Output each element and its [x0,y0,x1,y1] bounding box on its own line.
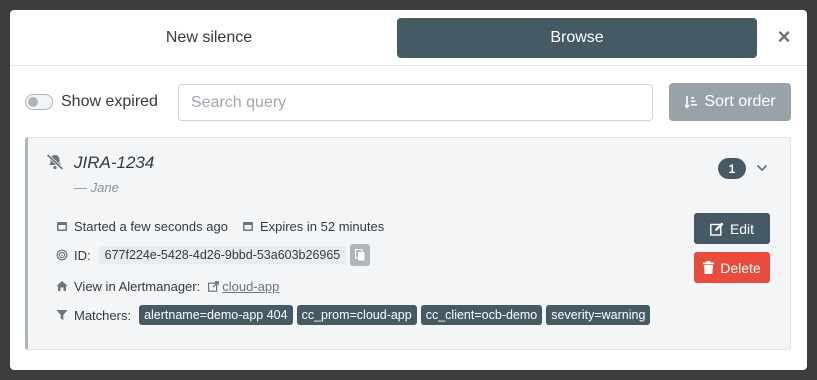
trash-icon [703,261,715,274]
edit-label: Edit [729,220,755,237]
silence-author: — Jane [74,180,119,195]
matcher-badge[interactable]: alertname=demo-app 404 [139,305,293,325]
alertmanager-link[interactable]: cloud-app [208,279,279,294]
expires-text: Expires in 52 minutes [259,218,385,234]
matchers-label: Matchers: [74,307,132,323]
toggle-knob [28,97,38,107]
silence-modal: New silence Browse × Show expired Sort o… [10,10,807,370]
show-expired-toggle[interactable] [25,94,53,110]
alert-count-badge: 1 [718,158,746,179]
modal-tabs: New silence Browse × [10,10,807,66]
chevron-down-icon[interactable] [756,162,768,174]
calendar-icon [57,222,67,231]
matcher-badge[interactable]: severity=warning [546,305,651,325]
sort-order-label: Sort order [704,93,776,110]
copy-id-button[interactable] [350,244,371,266]
edit-icon [710,222,724,236]
home-icon [56,281,68,291]
alertmanager-link-text: cloud-app [222,278,280,294]
external-link-icon [208,280,220,292]
tab-browse[interactable]: Browse [397,18,757,58]
id-label: ID: [74,247,91,263]
silence-id-row: ID: 677f224e-5428-4d26-9bbd-53a603b26965 [56,244,371,266]
silence-title: JIRA-1234 [74,153,155,172]
close-icon[interactable]: × [775,26,793,48]
matcher-badge[interactable]: cc_client=ocb-demo [420,305,543,325]
show-expired-label[interactable]: Show expired [61,93,158,111]
view-in-alertmanager-row: View in Alertmanager: cloud-app [56,276,279,296]
matcher-badge[interactable]: cc_prom=cloud-app [296,305,417,325]
edit-button[interactable]: Edit [694,213,770,244]
silence-id: 677f224e-5428-4d26-9bbd-53a603b26965 [98,246,347,264]
matchers-row: Matchers: alertname=demo-app 404 cc_prom… [56,305,654,325]
delete-button[interactable]: Delete [694,252,770,283]
tab-new-silence[interactable]: New silence [17,18,401,58]
fingerprint-icon [56,249,68,261]
silence-card: JIRA-1234 — Jane 1 Started a few seconds… [25,137,791,350]
delete-label: Delete [720,259,761,276]
sort-icon [684,96,698,109]
view-in-alertmanager-label: View in Alertmanager: [74,278,201,294]
copy-icon [355,249,365,261]
silence-times-row: Started a few seconds ago Expires in 52 … [56,216,384,236]
started-text: Started a few seconds ago [74,218,228,234]
filter-icon [56,310,68,320]
bell-slash-icon [46,154,64,170]
calendar-icon [242,222,253,231]
search-input[interactable] [178,84,653,121]
sort-order-button[interactable]: Sort order [669,83,791,121]
